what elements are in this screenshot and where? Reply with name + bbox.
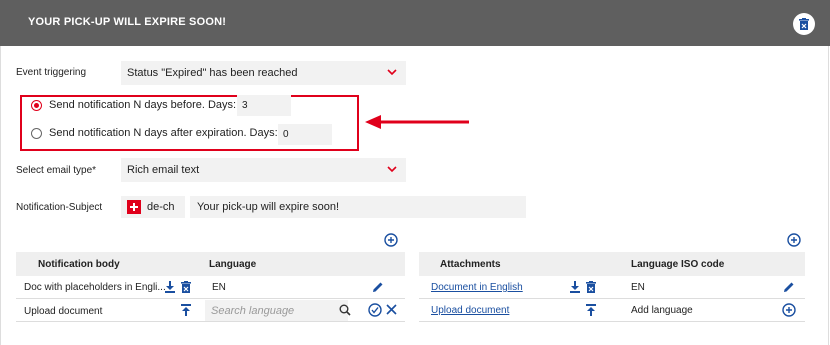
radio-days-before[interactable]: Send notification N days before. Days: <box>31 99 236 111</box>
column-header-notification-body: Notification body <box>38 259 120 270</box>
event-triggering-label: Event triggering <box>16 67 87 78</box>
email-type-label: Select email type* <box>16 165 97 176</box>
email-type-value: Rich email text <box>127 164 200 176</box>
trash-icon <box>799 18 809 30</box>
dialog-title: YOUR PICK-UP WILL EXPIRE SOON! <box>28 16 227 28</box>
frame-border-left <box>0 46 1 345</box>
trash-icon[interactable] <box>181 281 191 293</box>
attachment-link[interactable]: Document in English <box>431 282 523 293</box>
delete-button[interactable] <box>793 13 815 35</box>
download-icon[interactable] <box>165 281 175 293</box>
search-language-input[interactable]: Search language <box>205 300 348 321</box>
confirm-icon[interactable] <box>368 303 382 317</box>
dialog-header: YOUR PICK-UP WILL EXPIRE SOON! <box>0 0 830 46</box>
table-row: Upload document Add language <box>419 299 805 322</box>
column-header-attachments: Attachments <box>440 259 501 270</box>
locale-selector[interactable]: de-ch <box>121 196 185 218</box>
days-before-label: Send notification N days before. Days: <box>49 99 237 111</box>
event-triggering-select[interactable]: Status "Expired" has been reached <box>121 61 406 85</box>
days-after-input[interactable]: 0 <box>278 124 332 145</box>
arrow-left-icon <box>365 115 469 129</box>
edit-icon[interactable] <box>372 281 384 293</box>
swiss-flag-icon <box>127 200 141 214</box>
body-table-header: Notification body Language <box>16 252 405 276</box>
frame-border-right <box>828 46 829 345</box>
radio-button[interactable] <box>31 127 42 139</box>
body-doc-language: EN <box>212 282 226 293</box>
days-before-input[interactable]: 3 <box>237 95 291 116</box>
table-row: Document in English EN <box>419 276 805 299</box>
attachment-language: EN <box>631 282 645 293</box>
add-language-button[interactable] <box>782 303 796 317</box>
table-row: Doc with placeholders in Engli... EN <box>16 276 405 299</box>
download-icon[interactable] <box>570 281 580 293</box>
subject-label: Notification-Subject <box>16 202 103 213</box>
email-type-select[interactable]: Rich email text <box>121 158 406 182</box>
add-attachment-button[interactable] <box>787 233 801 247</box>
event-triggering-value: Status "Expired" has been reached <box>127 67 298 79</box>
locale-code: de-ch <box>147 201 175 213</box>
upload-icon[interactable] <box>586 304 596 316</box>
add-body-button[interactable] <box>384 233 398 247</box>
search-icon[interactable] <box>339 304 351 316</box>
radio-days-after[interactable]: Send notification N days after expiratio… <box>31 127 278 139</box>
column-header-language-iso-code: Language ISO code <box>631 259 725 270</box>
upload-document-label[interactable]: Upload document <box>24 306 102 317</box>
subject-input[interactable]: Your pick-up will expire soon! <box>190 196 526 218</box>
body-doc-name: Doc with placeholders in Engli... <box>24 282 166 293</box>
trash-icon[interactable] <box>586 281 596 293</box>
days-after-label: Send notification N days after expiratio… <box>49 127 278 139</box>
column-header-language: Language <box>209 259 257 270</box>
chevron-down-icon <box>387 69 397 76</box>
attachments-table-header: Attachments Language ISO code <box>419 252 805 276</box>
radio-button-selected[interactable] <box>31 99 42 111</box>
add-language-label: Add language <box>631 305 693 316</box>
cancel-icon[interactable] <box>386 304 397 315</box>
upload-icon[interactable] <box>181 304 191 316</box>
edit-icon[interactable] <box>783 281 795 293</box>
chevron-down-icon <box>387 166 397 173</box>
table-row: Upload document Search language <box>16 299 405 322</box>
upload-document-link[interactable]: Upload document <box>431 305 509 316</box>
